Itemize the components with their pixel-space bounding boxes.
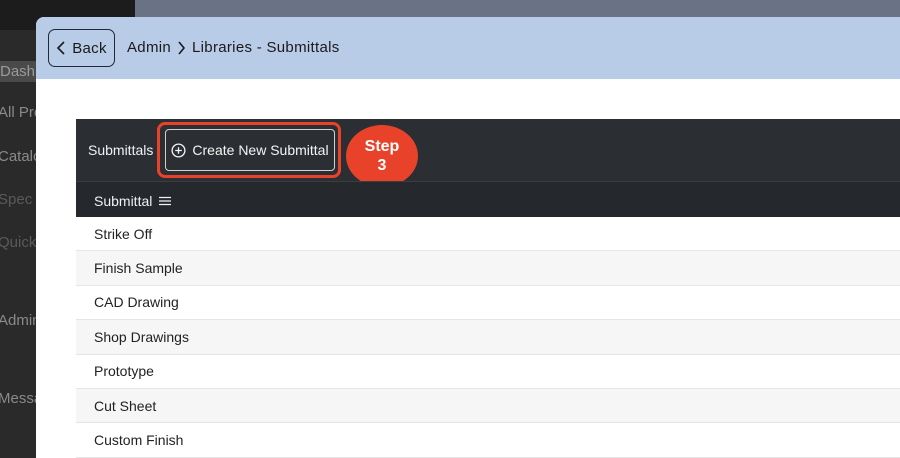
table-row[interactable]: Strike Off bbox=[76, 217, 900, 252]
table-row[interactable]: Shop Drawings bbox=[76, 320, 900, 355]
submittals-table-panel: Submittals Create New Submittal Step 3 S… bbox=[76, 119, 900, 458]
chevron-left-icon bbox=[57, 41, 65, 55]
step-badge: Step 3 bbox=[346, 125, 418, 187]
column-submittal-label: Submittal bbox=[94, 193, 153, 209]
create-new-submittal-button[interactable]: Create New Submittal bbox=[165, 129, 335, 171]
table-row[interactable]: Custom Finish bbox=[76, 423, 900, 458]
chevron-right-icon bbox=[178, 40, 186, 55]
plus-circle-icon bbox=[171, 142, 186, 158]
breadcrumb: Admin Libraries - Submittals bbox=[127, 39, 340, 56]
step-badge-line2: 3 bbox=[377, 157, 387, 174]
table-row[interactable]: Finish Sample bbox=[76, 251, 900, 286]
toolbar-title: Submittals bbox=[88, 142, 154, 158]
table-column-header: Submittal bbox=[76, 181, 900, 217]
table-body: Strike Off Finish Sample CAD Drawing Sho… bbox=[76, 217, 900, 458]
column-submittal[interactable]: Submittal bbox=[94, 193, 172, 209]
table-toolbar: Submittals Create New Submittal Step 3 bbox=[76, 119, 900, 187]
create-button-label: Create New Submittal bbox=[192, 142, 329, 158]
back-button-label: Back bbox=[72, 39, 107, 57]
modal-header: Back Admin Libraries - Submittals bbox=[36, 17, 900, 79]
background-nav-admin: Admin bbox=[0, 312, 41, 329]
submittals-modal: Back Admin Libraries - Submittals Submit… bbox=[36, 17, 900, 458]
step-badge-line1: Step bbox=[364, 138, 400, 155]
table-row[interactable]: CAD Drawing bbox=[76, 286, 900, 321]
menu-icon[interactable] bbox=[159, 196, 172, 206]
breadcrumb-admin[interactable]: Admin bbox=[127, 39, 171, 56]
breadcrumb-current: Libraries - Submittals bbox=[192, 39, 340, 56]
background-topbar bbox=[135, 0, 900, 18]
table-row[interactable]: Prototype bbox=[76, 355, 900, 389]
background-nav-quick: Quick bbox=[0, 234, 37, 251]
table-row[interactable]: Cut Sheet bbox=[76, 388, 900, 424]
back-button[interactable]: Back bbox=[48, 29, 115, 67]
